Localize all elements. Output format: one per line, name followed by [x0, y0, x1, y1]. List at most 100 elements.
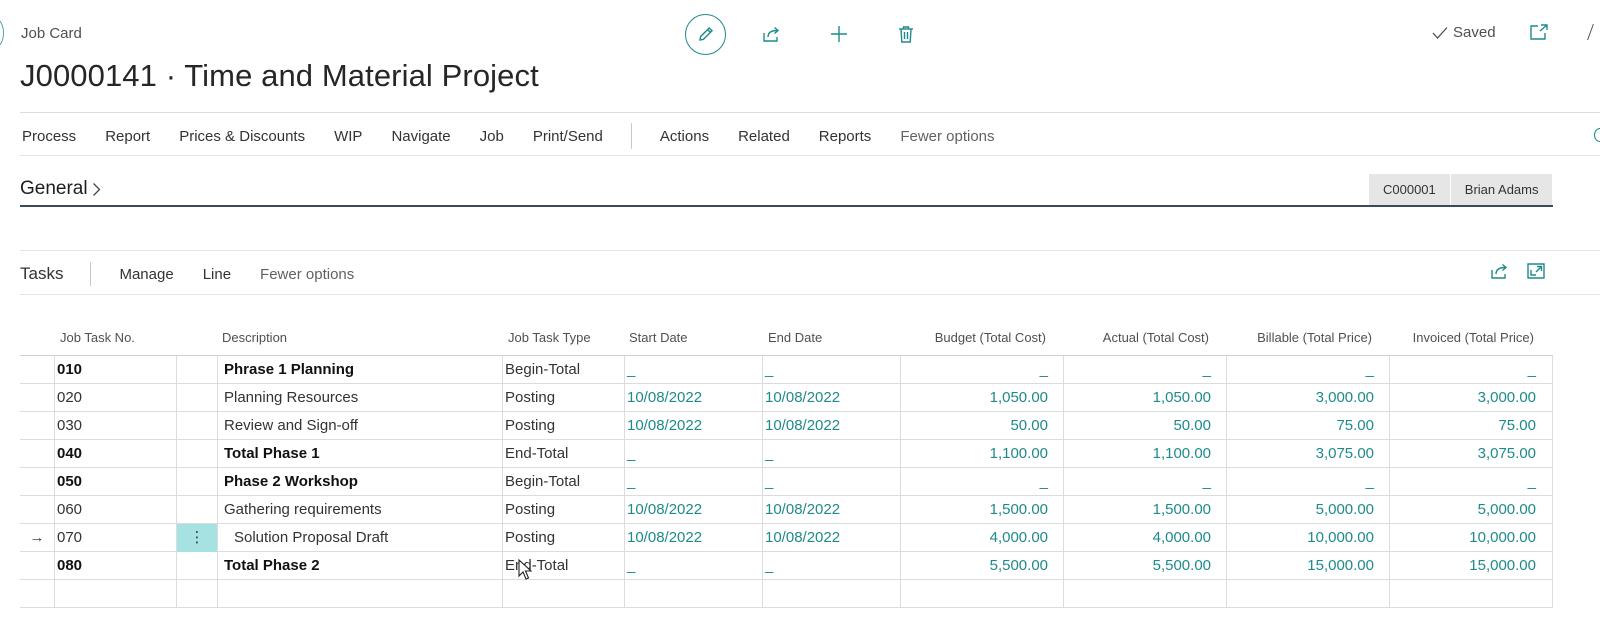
start-date-cell[interactable]: _ — [624, 552, 762, 580]
row-indicator[interactable] — [20, 468, 54, 496]
actual-total-cost-cell[interactable]: 1,500.00 — [1063, 496, 1226, 524]
menu-prices-discounts[interactable]: Prices & Discounts — [179, 128, 305, 145]
job-task-no-cell[interactable]: 080 — [54, 552, 176, 580]
column-header-description[interactable]: Description — [222, 330, 287, 345]
start-date-cell[interactable]: 10/08/2022 — [624, 412, 762, 440]
row-indicator[interactable] — [20, 356, 54, 384]
billable-total-price-cell[interactable]: 5,000.00 — [1226, 496, 1389, 524]
invoiced-total-price-cell[interactable]: 75.00 — [1389, 412, 1553, 440]
end-date-cell[interactable]: 10/08/2022 — [762, 496, 900, 524]
budget-total-cost-cell[interactable]: 1,500.00 — [900, 496, 1063, 524]
description-cell[interactable]: Total Phase 1 — [217, 440, 502, 468]
row-indicator[interactable] — [20, 496, 54, 524]
row-indicator[interactable] — [20, 384, 54, 412]
description-cell[interactable] — [217, 580, 502, 608]
actual-total-cost-cell[interactable]: 1,100.00 — [1063, 440, 1226, 468]
job-task-type-cell[interactable]: Posting — [502, 412, 624, 440]
job-task-type-cell[interactable] — [502, 580, 624, 608]
description-cell[interactable]: Planning Resources — [217, 384, 502, 412]
budget-total-cost-cell[interactable]: 50.00 — [900, 412, 1063, 440]
menu-actions[interactable]: Actions — [660, 128, 709, 145]
row-menu-cell[interactable] — [176, 384, 217, 412]
billable-total-price-cell[interactable]: 15,000.00 — [1226, 552, 1389, 580]
job-task-type-cell[interactable]: Posting — [502, 496, 624, 524]
tasks-menu-fewer-options[interactable]: Fewer options — [260, 266, 354, 283]
start-date-cell[interactable]: 10/08/2022 — [624, 496, 762, 524]
invoiced-total-price-cell[interactable]: 3,000.00 — [1389, 384, 1553, 412]
menu-reports[interactable]: Reports — [819, 128, 872, 145]
collapse-edge-mark[interactable] — [1587, 24, 1600, 40]
edit-button[interactable] — [685, 13, 726, 55]
job-task-type-cell[interactable]: Posting — [502, 524, 624, 552]
job-task-no-cell[interactable]: 060 — [54, 496, 176, 524]
row-menu-cell[interactable] — [176, 580, 217, 608]
menu-report[interactable]: Report — [105, 128, 150, 145]
actual-total-cost-cell[interactable]: _ — [1063, 468, 1226, 496]
actual-total-cost-cell[interactable]: 1,050.00 — [1063, 384, 1226, 412]
description-cell[interactable]: Review and Sign-off — [217, 412, 502, 440]
budget-total-cost-cell[interactable]: _ — [900, 356, 1063, 384]
share-button[interactable] — [752, 14, 792, 54]
new-button[interactable] — [819, 14, 859, 54]
tasks-share-button[interactable] — [1490, 262, 1510, 285]
tasks-expand-button[interactable] — [1527, 262, 1545, 285]
end-date-cell[interactable]: _ — [762, 552, 900, 580]
budget-total-cost-cell[interactable]: 4,000.00 — [900, 524, 1063, 552]
open-in-new-window-button[interactable] — [1530, 24, 1548, 45]
start-date-cell[interactable] — [624, 580, 762, 608]
billable-total-price-cell[interactable]: 3,075.00 — [1226, 440, 1389, 468]
table-row[interactable]: 010 Phrase 1 Planning Begin-Total _ _ _ … — [20, 356, 1553, 384]
table-row[interactable]: 050 Phase 2 Workshop Begin-Total _ _ _ _… — [20, 468, 1553, 496]
menu-fewer-options[interactable]: Fewer options — [900, 128, 994, 145]
end-date-cell[interactable] — [762, 580, 900, 608]
billable-total-price-cell[interactable]: 10,000.00 — [1226, 524, 1389, 552]
menu-job[interactable]: Job — [480, 128, 504, 145]
row-menu-cell[interactable] — [176, 468, 217, 496]
invoiced-total-price-cell[interactable]: 3,075.00 — [1389, 440, 1553, 468]
tasks-menu-line[interactable]: Line — [203, 266, 231, 283]
end-date-cell[interactable]: 10/08/2022 — [762, 524, 900, 552]
row-menu-cell[interactable] — [176, 356, 217, 384]
start-date-cell[interactable]: 10/08/2022 — [624, 524, 762, 552]
description-cell[interactable]: Gathering requirements — [217, 496, 502, 524]
actual-total-cost-cell[interactable]: 4,000.00 — [1063, 524, 1226, 552]
menu-wip[interactable]: WIP — [334, 128, 362, 145]
job-task-no-cell[interactable] — [54, 580, 176, 608]
row-indicator-arrow[interactable]: → — [20, 524, 54, 552]
job-task-type-cell[interactable]: End-Total — [502, 440, 624, 468]
table-row[interactable]: 060 Gathering requirements Posting 10/08… — [20, 496, 1553, 524]
table-row[interactable]: 040 Total Phase 1 End-Total _ _ 1,100.00… — [20, 440, 1553, 468]
start-date-cell[interactable]: _ — [624, 468, 762, 496]
budget-total-cost-cell[interactable] — [900, 580, 1063, 608]
tasks-menu-manage[interactable]: Manage — [119, 266, 173, 283]
job-task-no-cell[interactable]: 020 — [54, 384, 176, 412]
actual-total-cost-cell[interactable]: 50.00 — [1063, 412, 1226, 440]
row-indicator[interactable] — [20, 412, 54, 440]
budget-total-cost-cell[interactable]: 5,500.00 — [900, 552, 1063, 580]
row-indicator[interactable] — [20, 552, 54, 580]
menu-process[interactable]: Process — [22, 128, 76, 145]
job-task-no-cell[interactable]: 010 — [54, 356, 176, 384]
invoiced-total-price-cell[interactable]: _ — [1389, 356, 1553, 384]
table-row[interactable]: 030 Review and Sign-off Posting 10/08/20… — [20, 412, 1553, 440]
invoiced-total-price-cell[interactable]: 15,000.00 — [1389, 552, 1553, 580]
end-date-cell[interactable]: _ — [762, 468, 900, 496]
description-cell[interactable]: Solution Proposal Draft — [217, 524, 502, 552]
start-date-cell[interactable]: _ — [624, 440, 762, 468]
job-task-type-cell[interactable]: Begin-Total — [502, 468, 624, 496]
job-task-type-cell[interactable]: Begin-Total — [502, 356, 624, 384]
table-row-selected[interactable]: → 070 ⋮ Solution Proposal Draft Posting … — [20, 524, 1553, 552]
description-cell[interactable]: Phase 2 Workshop — [217, 468, 502, 496]
billable-total-price-cell[interactable]: 3,000.00 — [1226, 384, 1389, 412]
row-menu-cell[interactable] — [176, 496, 217, 524]
customer-no-chip[interactable]: C000001 — [1369, 174, 1450, 205]
column-header-invoiced-total-price[interactable]: Invoiced (Total Price) — [1413, 330, 1534, 345]
actual-total-cost-cell[interactable]: _ — [1063, 356, 1226, 384]
invoiced-total-price-cell[interactable]: _ — [1389, 468, 1553, 496]
end-date-cell[interactable]: 10/08/2022 — [762, 384, 900, 412]
job-task-no-cell[interactable]: 050 — [54, 468, 176, 496]
job-task-no-cell[interactable]: 040 — [54, 440, 176, 468]
table-row[interactable]: 020 Planning Resources Posting 10/08/202… — [20, 384, 1553, 412]
column-header-billable-total-price[interactable]: Billable (Total Price) — [1257, 330, 1372, 345]
actual-total-cost-cell[interactable]: 5,500.00 — [1063, 552, 1226, 580]
